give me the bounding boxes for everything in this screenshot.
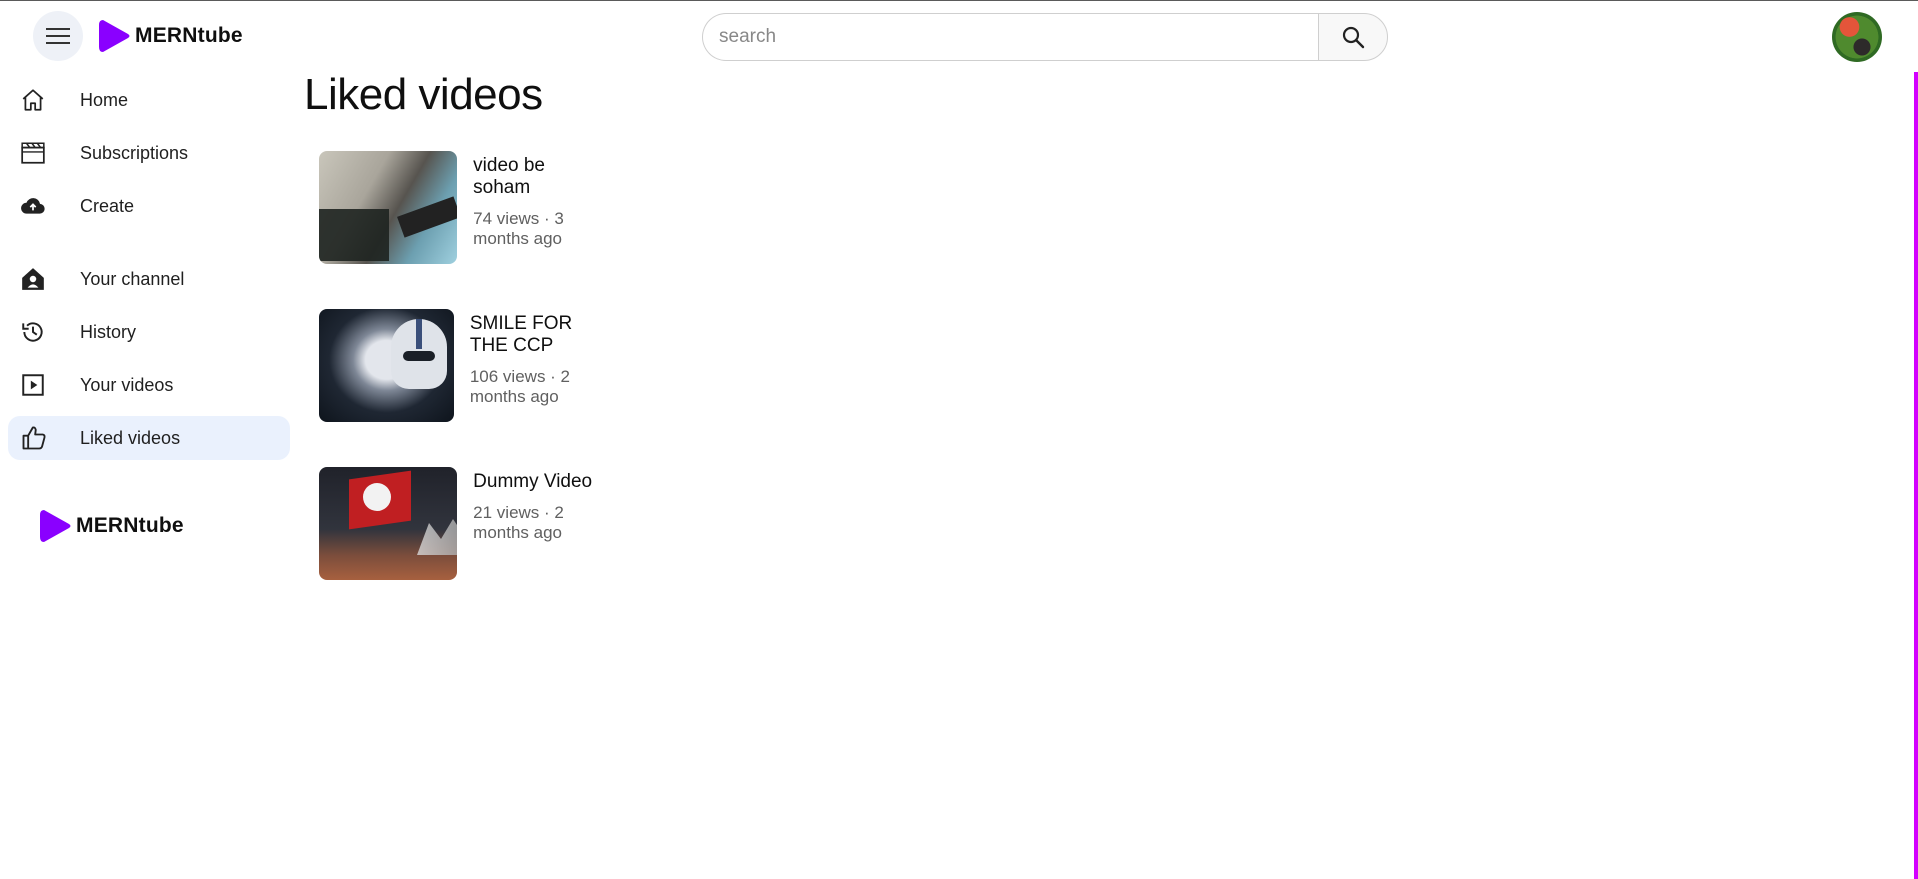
video-title[interactable]: Dummy Video (473, 471, 600, 493)
your-videos-icon (20, 372, 70, 398)
search-bar (702, 13, 1388, 61)
play-logo-icon (99, 20, 130, 52)
sidebar-item-label: History (80, 321, 137, 342)
thumbnail-detail (417, 519, 458, 555)
sidebar-item-label: Your channel (80, 268, 185, 289)
top-bar: MERNtube (0, 1, 1918, 71)
sidebar-divider (8, 237, 290, 257)
avatar[interactable] (1832, 12, 1882, 62)
video-stats: 74 views · 3 months ago (473, 209, 564, 248)
video-list: video be soham 74 views · 3 months ago S… (319, 151, 600, 625)
menu-button[interactable] (33, 11, 83, 61)
logo[interactable]: MERNtube (97, 17, 243, 55)
sidebar-item-label: Your videos (80, 374, 174, 395)
video-thumbnail[interactable] (319, 151, 458, 264)
page-title: Liked videos (304, 70, 543, 119)
sidebar: Home Subscriptions Create Your channel H… (8, 78, 290, 469)
home-icon (20, 87, 70, 113)
hamburger-icon (46, 28, 70, 44)
search-icon (1342, 26, 1365, 49)
video-thumbnail[interactable] (319, 309, 454, 422)
video-item[interactable]: SMILE FOR THE CCP 106 views · 2 months a… (319, 309, 600, 467)
video-meta: SMILE FOR THE CCP 106 views · 2 months a… (470, 309, 601, 467)
thumbnail-detail (363, 483, 391, 511)
sidebar-item-label: Create (80, 195, 135, 216)
sidebar-item-your-channel[interactable]: Your channel (8, 257, 290, 301)
sidebar-item-create[interactable]: Create (8, 184, 290, 228)
video-item[interactable]: video be soham 74 views · 3 months ago (319, 151, 600, 309)
video-thumbnail[interactable] (319, 467, 458, 580)
thumbnail-detail (403, 351, 435, 361)
sidebar-item-label: Home (80, 89, 129, 110)
sidebar-item-label: Liked videos (80, 427, 181, 448)
channel-icon (20, 266, 70, 292)
search-input[interactable] (702, 13, 1318, 61)
thumbnail-detail (416, 319, 422, 349)
search-button[interactable] (1318, 13, 1388, 61)
subscriptions-icon (20, 140, 70, 166)
video-title[interactable]: SMILE FOR THE CCP (470, 313, 601, 357)
thumbnail-detail (319, 209, 389, 261)
thumbs-up-icon (20, 424, 70, 452)
play-logo-icon (40, 510, 71, 542)
video-meta: video be soham 74 views · 3 months ago (473, 151, 600, 309)
sidebar-item-label: Subscriptions (80, 142, 189, 163)
video-stats: 21 views · 2 months ago (473, 503, 564, 542)
sidebar-item-history[interactable]: History (8, 310, 290, 354)
sidebar-item-liked-videos[interactable]: Liked videos (8, 416, 290, 460)
video-stats: 106 views · 2 months ago (469, 367, 571, 406)
sidebar-item-your-videos[interactable]: Your videos (8, 363, 290, 407)
video-title[interactable]: video be soham (473, 155, 600, 199)
sidebar-item-subscriptions[interactable]: Subscriptions (8, 131, 290, 175)
history-icon (20, 319, 70, 345)
scrollbar[interactable] (1914, 72, 1918, 879)
sidebar-logo[interactable]: MERNtube (38, 507, 184, 545)
video-item[interactable]: Dummy Video 21 views · 2 months ago (319, 467, 600, 625)
brand-name: MERNtube (135, 24, 243, 47)
upload-cloud-icon (20, 193, 70, 219)
brand-name: MERNtube (76, 514, 184, 537)
thumbnail-detail (397, 196, 458, 238)
video-meta: Dummy Video 21 views · 2 months ago (473, 467, 600, 625)
sidebar-item-home[interactable]: Home (8, 78, 290, 122)
